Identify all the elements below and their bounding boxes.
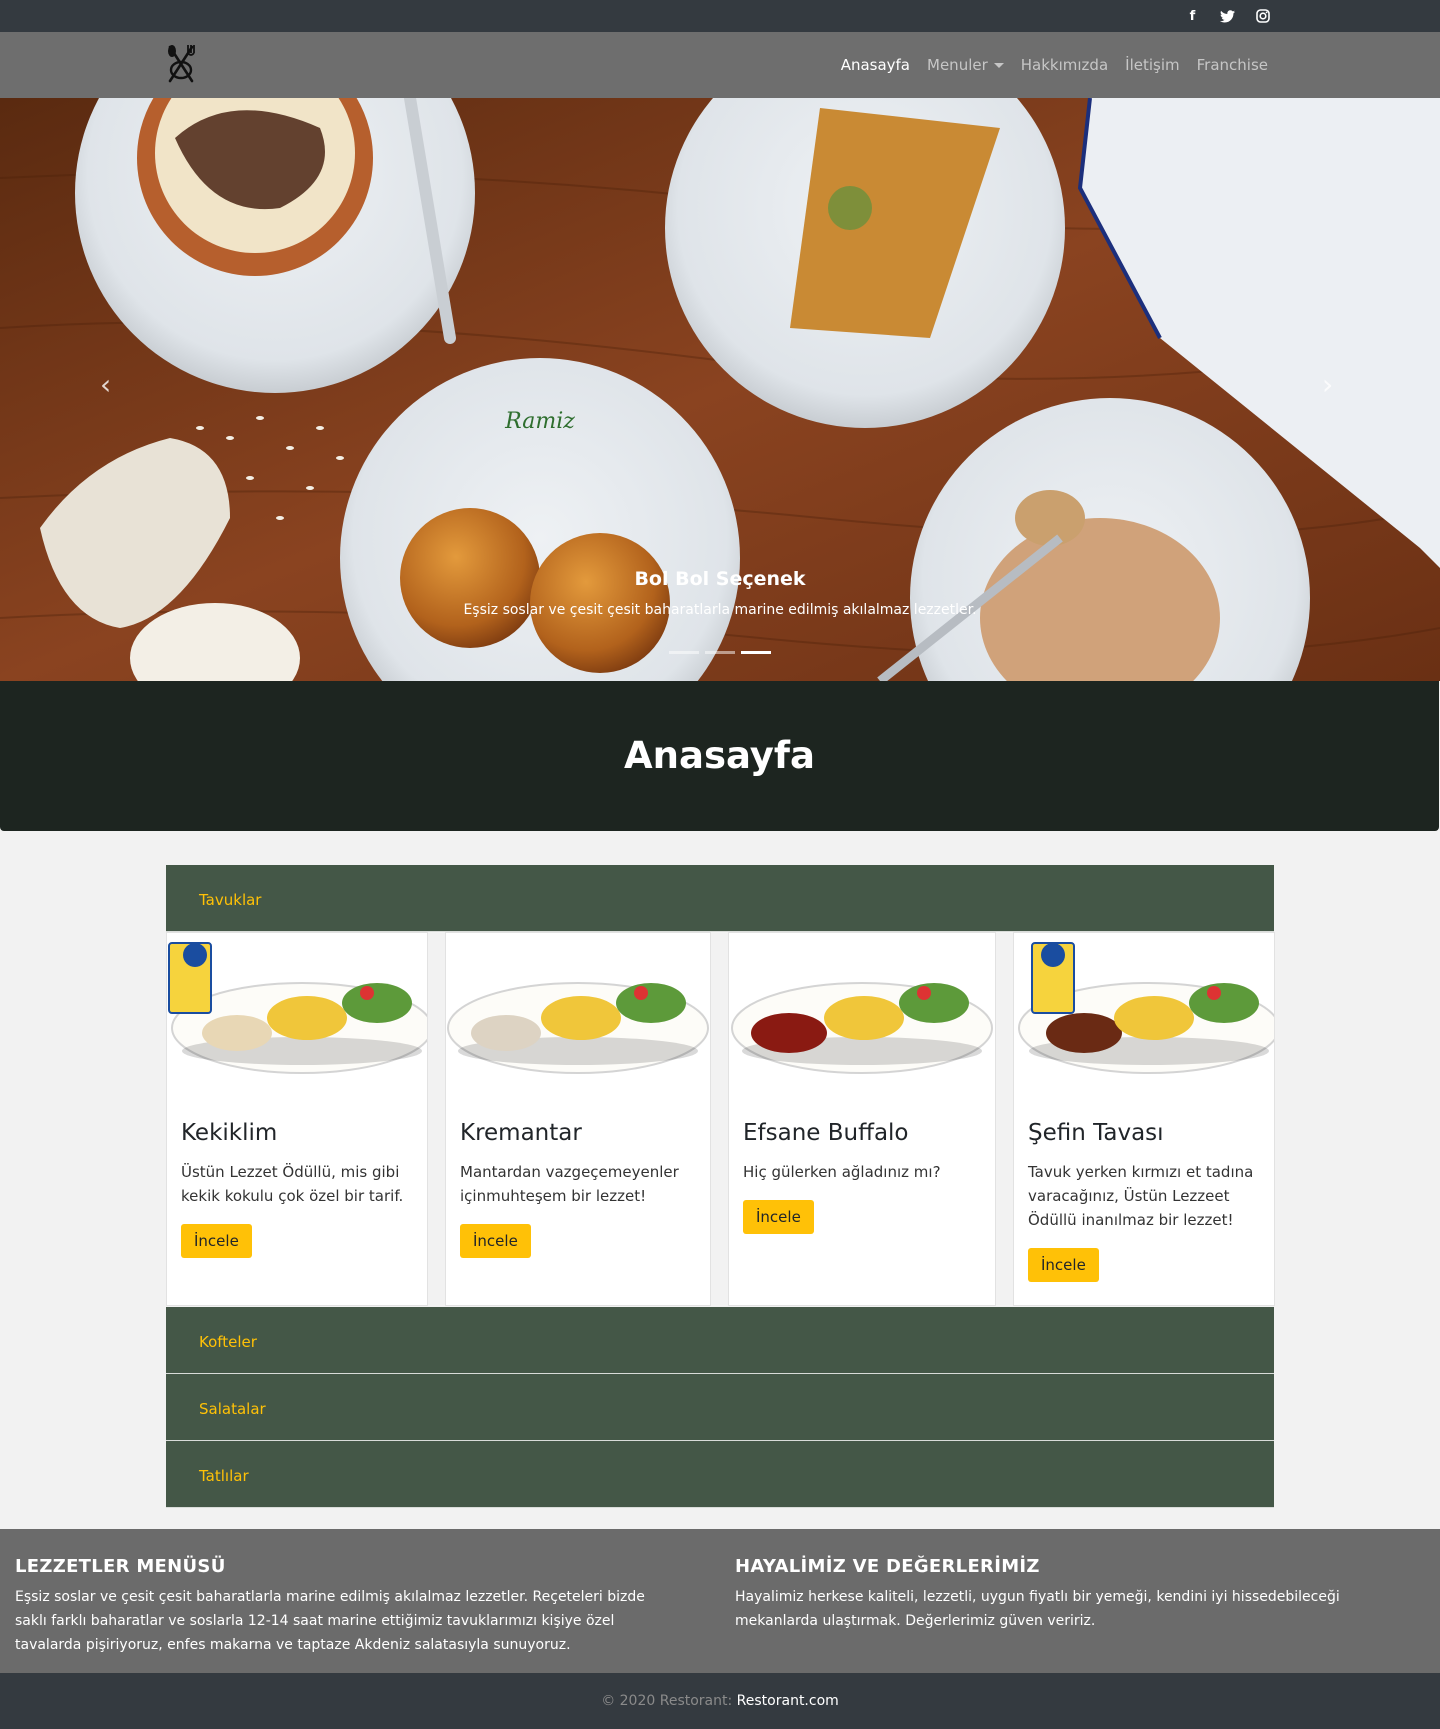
- nav-home[interactable]: Anasayfa: [841, 56, 910, 74]
- footer-values-title: HAYALİMİZ VE DEĞERLERİMİZ: [735, 1556, 1040, 1577]
- carousel-indicator[interactable]: [669, 651, 699, 654]
- copyright-bar: © 2020 Restorant: Restorant.com: [0, 1673, 1440, 1729]
- main-nav: Anasayfa Menuler Hakkımızda İletişim Fra…: [841, 32, 1268, 98]
- inspect-button[interactable]: İncele: [181, 1224, 252, 1258]
- product-image: [1018, 942, 1274, 1074]
- menu-accordion: Tavuklar Kekiklim Üstün Lezzet Ödüllü, m…: [166, 865, 1275, 1508]
- footer-menu-title: LEZZETLER MENÜSÜ: [15, 1556, 226, 1577]
- chevron-down-icon: [993, 63, 1004, 68]
- product-card: Efsane Buffalo Hiç gülerken ağladınız mı…: [728, 932, 996, 1306]
- plate-brand-text: Ramiz: [504, 409, 575, 434]
- carousel-prev-icon[interactable]: ‹: [100, 368, 111, 401]
- nav-menus[interactable]: Menuler: [927, 56, 1004, 74]
- navbar: Anasayfa Menuler Hakkımızda İletişim Fra…: [0, 32, 1440, 98]
- carousel-indicator-active[interactable]: [741, 651, 771, 654]
- page-header: Anasayfa: [0, 681, 1439, 831]
- product-image: [447, 982, 709, 1074]
- nav-franchise[interactable]: Franchise: [1197, 56, 1268, 74]
- product-cards: Kekiklim Üstün Lezzet Ödüllü, mis gibi k…: [166, 932, 1275, 1307]
- product-description: Üstün Lezzet Ödüllü, mis gibi kekik koku…: [181, 1163, 404, 1205]
- product-image: [731, 982, 993, 1074]
- copyright-text: © 2020 Restorant:: [601, 1693, 737, 1709]
- instagram-icon[interactable]: [1253, 7, 1272, 25]
- carousel-next-icon[interactable]: ›: [1322, 368, 1333, 401]
- nav-contact[interactable]: İletişim: [1125, 56, 1179, 74]
- nav-menus-label: Menuler: [927, 56, 988, 74]
- product-image: [168, 942, 427, 1074]
- footer-values-text: Hayalimiz herkese kaliteli, lezzetli, uy…: [735, 1589, 1340, 1629]
- carousel-caption-title: Bol Bol Seçenek: [634, 568, 806, 590]
- copyright-link[interactable]: Restorant.com: [737, 1693, 839, 1709]
- category-tavuklar[interactable]: Tavuklar: [166, 865, 1274, 932]
- inspect-button[interactable]: İncele: [743, 1200, 814, 1234]
- product-card: Kremantar Mantardan vazgeçemeyenler için…: [445, 932, 711, 1306]
- page-title: Anasayfa: [624, 734, 815, 777]
- footer: LEZZETLER MENÜSÜ Eşsiz soslar ve çesit ç…: [0, 1529, 1440, 1673]
- carousel-indicators: [669, 651, 771, 654]
- category-salatalar[interactable]: Salatalar: [166, 1374, 1274, 1441]
- carousel-caption: Bol Bol Seçenek Eşsiz soslar ve çesit çe…: [0, 568, 1440, 618]
- carousel-indicator[interactable]: [705, 651, 735, 654]
- inspect-button[interactable]: İncele: [460, 1224, 531, 1258]
- product-name: Efsane Buffalo: [743, 1120, 909, 1146]
- product-description: Mantardan vazgeçemeyenler içinmuhteşem b…: [460, 1163, 679, 1205]
- product-card: Kekiklim Üstün Lezzet Ödüllü, mis gibi k…: [166, 932, 428, 1306]
- inspect-button[interactable]: İncele: [1028, 1248, 1099, 1282]
- product-card: Şefin Tavası Tavuk yerken kırmızı et tad…: [1013, 932, 1275, 1306]
- product-name: Kekiklim: [181, 1120, 278, 1146]
- footer-col-values: HAYALİMİZ VE DEĞERLERİMİZ Hayalimiz herk…: [735, 1556, 1425, 1633]
- footer-col-menu: LEZZETLER MENÜSÜ Eşsiz soslar ve çesit ç…: [15, 1556, 675, 1657]
- product-name: Şefin Tavası: [1028, 1120, 1164, 1146]
- twitter-icon[interactable]: [1218, 7, 1237, 25]
- carousel-caption-text: Eşsiz soslar ve çesit çesit baharatlarla…: [463, 602, 977, 618]
- top-bar: f: [0, 0, 1440, 32]
- product-description: Tavuk yerken kırmızı et tadına varacağın…: [1028, 1163, 1254, 1229]
- social-links: f: [1183, 7, 1272, 25]
- logo-icon[interactable]: [162, 43, 200, 87]
- category-tatlilar[interactable]: Tatlılar: [166, 1441, 1274, 1508]
- hero-carousel: Ramiz ‹ › Bol Bol Seçenek Eşsiz soslar v…: [0, 98, 1440, 681]
- category-kofteler[interactable]: Kofteler: [166, 1307, 1274, 1374]
- product-name: Kremantar: [460, 1120, 582, 1146]
- product-description: Hiç gülerken ağladınız mı?: [743, 1163, 941, 1181]
- facebook-icon[interactable]: f: [1183, 7, 1202, 25]
- footer-menu-text: Eşsiz soslar ve çesit çesit baharatlarla…: [15, 1589, 645, 1653]
- nav-about[interactable]: Hakkımızda: [1021, 56, 1108, 74]
